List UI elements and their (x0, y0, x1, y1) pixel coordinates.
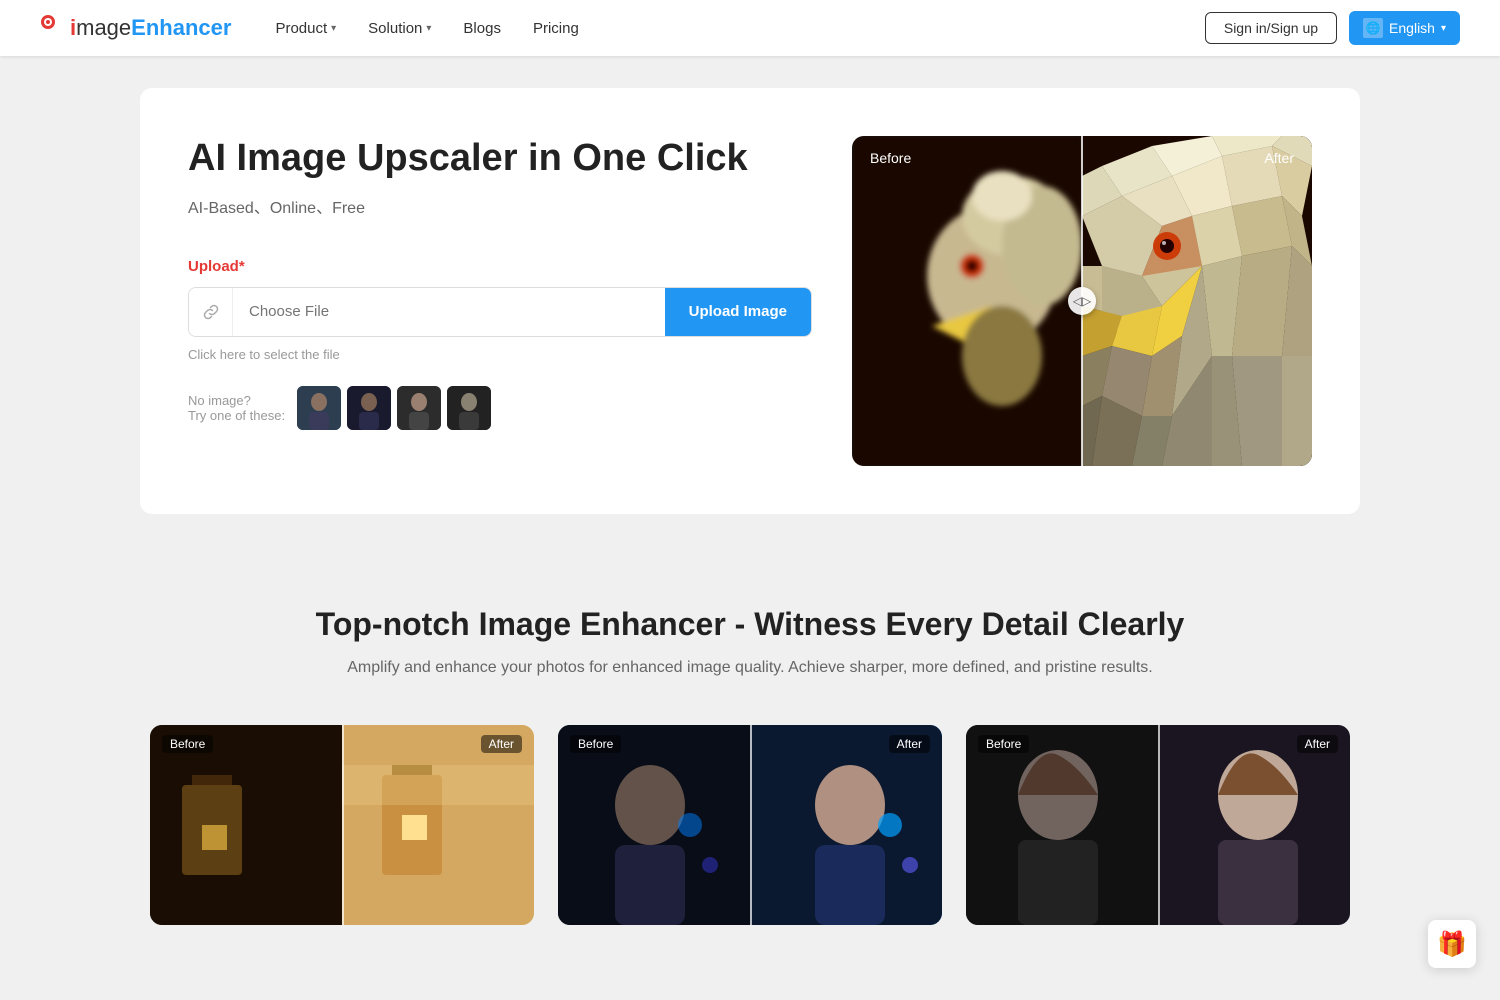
bottom-card-2: Before After (558, 725, 942, 925)
bottom-cards: Before After Before After (150, 725, 1350, 925)
hero-subtitle: AI-Based、Online、Free (188, 194, 812, 218)
navbar: image Enhancer Product ▾ Solution ▾ Blog… (0, 0, 1500, 56)
card2-before-label: Before (570, 735, 621, 753)
nav-links: Product ▾ Solution ▾ Blogs Pricing (263, 14, 1204, 43)
card3-divider (1158, 725, 1160, 925)
sample-thumb-4[interactable] (447, 386, 491, 430)
eagle-after-panel (1082, 136, 1312, 466)
card1-after-label: After (481, 735, 522, 753)
before-label: Before (870, 150, 911, 166)
required-star: * (239, 258, 245, 275)
upload-row: Upload Image (188, 287, 812, 337)
logo-enhancer: Enhancer (131, 15, 231, 41)
chevron-down-icon: ▾ (426, 23, 431, 34)
sample-thumbnails (297, 386, 491, 430)
nav-solution-label: Solution (368, 20, 422, 37)
nav-solution[interactable]: Solution ▾ (356, 14, 443, 43)
logo[interactable]: image Enhancer (40, 14, 231, 42)
main-container: AI Image Upscaler in One Click AI-Based、… (100, 88, 1400, 514)
card3-before-label: Before (978, 735, 1029, 753)
logo-mage: mage (76, 15, 131, 41)
bottom-section: Top-notch Image Enhancer - Witness Every… (0, 546, 1500, 965)
nav-product-label: Product (275, 20, 327, 37)
bottom-card-3: Before After (966, 725, 1350, 925)
card2-after-label: After (889, 735, 930, 753)
eagle-after-svg (1082, 136, 1312, 466)
nav-blogs-label: Blogs (463, 20, 501, 37)
sample-thumb-1[interactable] (297, 386, 341, 430)
hero-left: AI Image Upscaler in One Click AI-Based、… (188, 136, 812, 430)
card2-divider (750, 725, 752, 925)
chevron-down-icon: ▾ (1441, 23, 1446, 34)
gift-button[interactable]: 🎁 (1428, 920, 1476, 968)
choose-file-input[interactable] (233, 288, 665, 336)
bottom-title: Top-notch Image Enhancer - Witness Every… (40, 606, 1460, 643)
sample-row: No image? Try one of these: (188, 386, 812, 430)
comparison-handle[interactable]: ◁▷ (1068, 287, 1096, 315)
eagle-before-panel (852, 136, 1082, 466)
language-button[interactable]: 🌐 English ▾ (1349, 11, 1460, 45)
upload-image-button[interactable]: Upload Image (665, 288, 811, 336)
eagle-before-svg (852, 136, 1082, 466)
logo-icon (40, 14, 68, 42)
link-icon (189, 288, 233, 336)
hero-title: AI Image Upscaler in One Click (188, 136, 812, 182)
card1-divider (342, 725, 344, 925)
upload-hint: Click here to select the file (188, 347, 812, 362)
upload-label: Upload* (188, 258, 812, 275)
signin-button[interactable]: Sign in/Sign up (1205, 12, 1337, 44)
hero-right: Before After (852, 136, 1312, 466)
nav-blogs[interactable]: Blogs (451, 14, 513, 43)
comparison-container: Before After (852, 136, 1312, 466)
lang-label: English (1389, 20, 1435, 36)
nav-pricing-label: Pricing (533, 20, 579, 37)
card1-before-label: Before (162, 735, 213, 753)
sample-thumb-2[interactable] (347, 386, 391, 430)
hero-card: AI Image Upscaler in One Click AI-Based、… (140, 88, 1360, 514)
card3-after-label: After (1297, 735, 1338, 753)
globe-icon: 🌐 (1363, 18, 1383, 38)
bottom-subtitle: Amplify and enhance your photos for enha… (40, 659, 1460, 677)
chevron-down-icon: ▾ (331, 23, 336, 34)
bottom-card-1: Before After (150, 725, 534, 925)
nav-product[interactable]: Product ▾ (263, 14, 348, 43)
sample-label: No image? Try one of these: (188, 393, 285, 423)
after-label: After (1264, 150, 1294, 166)
nav-right: Sign in/Sign up 🌐 English ▾ (1205, 11, 1460, 45)
nav-pricing[interactable]: Pricing (521, 14, 591, 43)
sample-thumb-3[interactable] (397, 386, 441, 430)
